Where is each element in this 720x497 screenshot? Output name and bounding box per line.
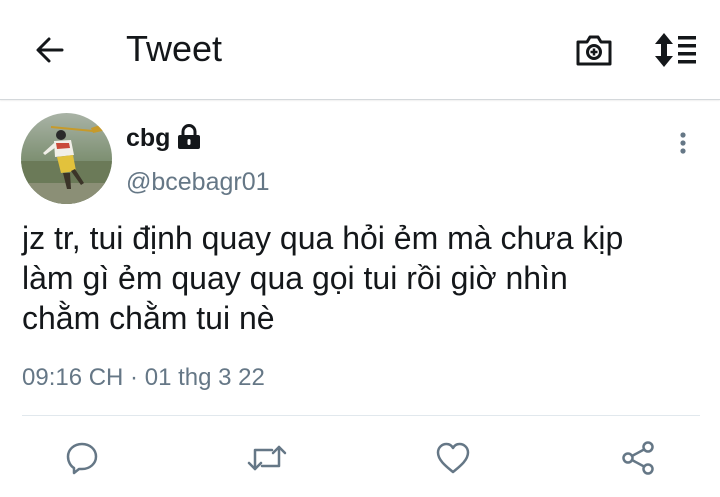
more-vertical-icon <box>680 132 686 154</box>
arrow-left-icon <box>36 37 64 63</box>
tweet-text: jz tr, tui định quay qua hỏi ẻm mà chưa … <box>22 218 702 338</box>
avatar[interactable] <box>21 113 112 204</box>
avatar-image <box>21 113 112 204</box>
retweet-button[interactable] <box>245 436 289 480</box>
top-app-bar: Tweet <box>0 0 720 100</box>
back-button[interactable] <box>30 30 70 70</box>
tweet-text-line: jz tr, tui định quay qua hỏi ẻm mà chưa … <box>22 220 624 256</box>
more-options-button[interactable] <box>668 128 698 158</box>
share-icon <box>622 441 654 475</box>
camera-button[interactable] <box>572 28 616 72</box>
sort-icon <box>655 33 696 67</box>
tweet-text-line: làm gì ẻm quay qua gọi tui rồi giờ nhìn <box>22 260 568 296</box>
user-handle[interactable]: @bcebagr01 <box>126 166 270 198</box>
lock-icon <box>178 124 200 149</box>
share-button[interactable] <box>616 436 660 480</box>
reply-icon <box>66 442 98 475</box>
page-title: Tweet <box>126 28 223 69</box>
display-name[interactable]: cbg <box>126 122 170 154</box>
divider <box>22 415 700 416</box>
heart-icon <box>436 442 470 474</box>
retweet-icon <box>247 445 287 471</box>
reply-button[interactable] <box>60 436 104 480</box>
camera-add-icon <box>576 35 612 66</box>
sort-button[interactable] <box>652 28 700 72</box>
tweet-text-line: chằm chằm tui nè <box>22 300 275 336</box>
tweet-timestamp: 09:16 CH · 01 thg 3 22 <box>22 364 265 391</box>
like-button[interactable] <box>431 436 475 480</box>
